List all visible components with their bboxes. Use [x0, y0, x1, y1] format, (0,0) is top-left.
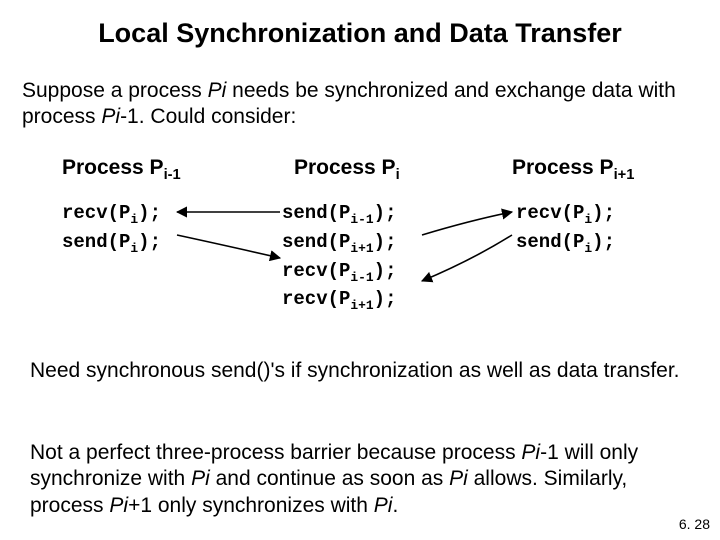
- c3l1c: );: [592, 202, 615, 224]
- col1-line2: send(Pi);: [62, 231, 161, 260]
- col-head-3: Process Pi+1: [512, 156, 634, 183]
- c1l1c: );: [138, 202, 161, 224]
- p2t11: .: [392, 494, 398, 517]
- p2t9: +1 only synchronizes with: [128, 494, 374, 517]
- c3l1a: recv(P: [516, 202, 584, 224]
- c1l2a: send(P: [62, 231, 130, 253]
- col-head-3a: Process P: [512, 156, 614, 179]
- c2l1b: i-1: [350, 212, 373, 227]
- col3-line2: send(Pi);: [516, 231, 615, 260]
- col2-line3: recv(Pi-1);: [282, 260, 396, 289]
- p2t10: Pi: [374, 494, 393, 517]
- col-head-3b: i+1: [614, 167, 635, 183]
- slide-title: Local Synchronization and Data Transfer: [0, 18, 720, 49]
- p2t6: Pi: [449, 467, 468, 490]
- arrow-left-send-to-recv-pim1: [177, 235, 280, 258]
- c2l3a: recv(P: [282, 260, 350, 282]
- col-head-1: Process Pi-1: [62, 156, 181, 183]
- intro-part1: Suppose a process: [22, 79, 208, 102]
- slide: Local Synchronization and Data Transfer …: [0, 0, 720, 540]
- p2t4: Pi: [191, 467, 210, 490]
- col2-line1: send(Pi-1);: [282, 202, 396, 231]
- c1l2c: );: [138, 231, 161, 253]
- arrow-send-pip1-to-right-recv: [422, 212, 512, 235]
- c3l2c: );: [592, 231, 615, 253]
- intro-pi: Pi: [208, 79, 227, 102]
- col-head-1b: i-1: [164, 167, 181, 183]
- p2t2: Pi: [521, 441, 540, 464]
- intro-pim1b: -1. Could consider:: [120, 105, 296, 128]
- col3-line1: recv(Pi);: [516, 202, 615, 231]
- c2l2a: send(P: [282, 231, 350, 253]
- c2l2c: );: [374, 231, 397, 253]
- intro-text: Suppose a process Pi needs be synchroniz…: [22, 78, 698, 131]
- c3l1b: i: [584, 212, 592, 227]
- c2l1c: );: [374, 202, 397, 224]
- p2t5: and continue as soon as: [210, 467, 449, 490]
- para-not-perfect: Not a perfect three-process barrier beca…: [30, 440, 690, 519]
- c2l4b: i+1: [350, 298, 373, 313]
- intro-pim1a: Pi: [101, 105, 120, 128]
- c2l4a: recv(P: [282, 288, 350, 310]
- c3l2a: send(P: [516, 231, 584, 253]
- col-head-2a: Process P: [294, 156, 396, 179]
- col1-line1: recv(Pi);: [62, 202, 161, 231]
- c2l2b: i+1: [350, 241, 373, 256]
- c2l3c: );: [374, 260, 397, 282]
- col2-line2: send(Pi+1);: [282, 231, 396, 260]
- c2l4c: );: [374, 288, 397, 310]
- para-sync-send: Need synchronous send()'s if synchroniza…: [30, 358, 690, 384]
- c1l1a: recv(P: [62, 202, 130, 224]
- col-head-1a: Process P: [62, 156, 164, 179]
- col2-code: send(Pi-1); send(Pi+1); recv(Pi-1); recv…: [282, 202, 396, 317]
- diagram: Process Pi-1 Process Pi Process Pi+1 rec…: [22, 150, 698, 340]
- c1l2b: i: [130, 241, 138, 256]
- col3-code: recv(Pi); send(Pi);: [516, 202, 615, 260]
- c2l1a: send(P: [282, 202, 350, 224]
- col-head-2b: i: [396, 167, 400, 183]
- col2-line4: recv(Pi+1);: [282, 288, 396, 317]
- col1-code: recv(Pi); send(Pi);: [62, 202, 161, 260]
- p2t8: Pi: [109, 494, 128, 517]
- slide-number: 6. 28: [679, 516, 710, 532]
- col-head-2: Process Pi: [294, 156, 400, 183]
- c2l3b: i-1: [350, 269, 373, 284]
- c1l1b: i: [130, 212, 138, 227]
- p2t1: Not a perfect three-process barrier beca…: [30, 441, 521, 464]
- arrow-right-send-to-recv-pip1: [422, 235, 512, 281]
- c3l2b: i: [584, 241, 592, 256]
